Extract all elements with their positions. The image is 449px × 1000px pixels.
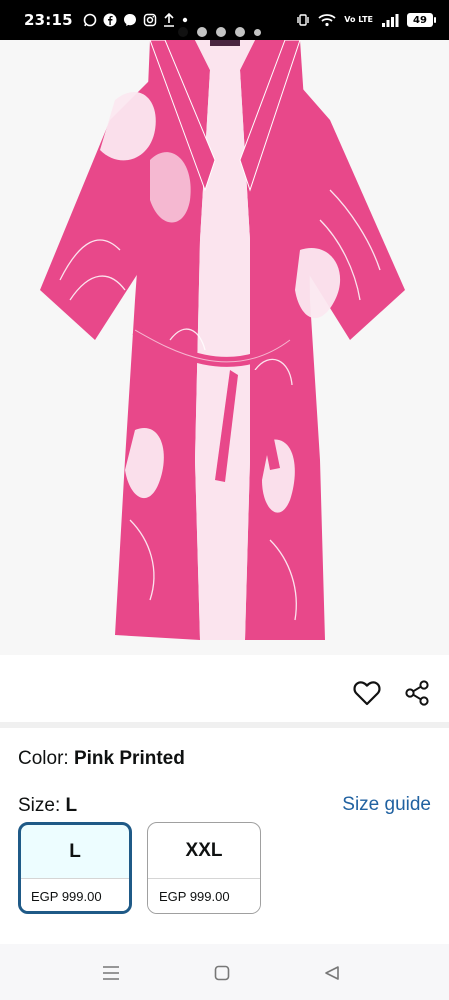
status-time: 23:15 xyxy=(24,11,73,29)
wishlist-button[interactable] xyxy=(352,678,382,708)
size-option-xxl[interactable]: XXL EGP 999.00 xyxy=(147,822,261,914)
recent-apps-button[interactable] xyxy=(100,962,122,984)
kimono-robe-image xyxy=(0,40,449,655)
product-image[interactable] xyxy=(0,40,449,655)
share-icon xyxy=(405,680,429,706)
size-option-label: XXL xyxy=(148,823,260,879)
volte-label: Vo LTE xyxy=(344,15,373,24)
whatsapp-icon xyxy=(83,13,97,27)
size-option-price: EGP 999.00 xyxy=(21,879,129,911)
carousel-dot[interactable] xyxy=(216,27,226,37)
instagram-icon xyxy=(143,13,156,27)
menu-icon xyxy=(103,966,119,980)
back-triangle-icon xyxy=(325,966,339,980)
color-selection: Color: Pink Printed xyxy=(18,748,185,770)
carousel-dot[interactable] xyxy=(178,27,188,37)
size-option-label: L xyxy=(21,825,129,879)
color-label: Color: xyxy=(18,748,69,769)
messenger-icon xyxy=(123,14,136,26)
carousel-dot[interactable] xyxy=(197,27,207,37)
heart-outline-icon xyxy=(353,681,381,706)
home-square-icon xyxy=(214,965,230,981)
system-nav-bar xyxy=(0,944,449,1000)
status-right: Vo LTE 49 xyxy=(296,13,436,27)
size-selection: Size: L xyxy=(18,795,77,817)
carousel-dots[interactable] xyxy=(178,27,261,37)
size-option-price: EGP 999.00 xyxy=(148,879,260,913)
section-divider xyxy=(0,722,449,728)
color-value: Pink Printed xyxy=(73,748,185,769)
size-value: L xyxy=(65,795,78,816)
vibrate-icon xyxy=(297,14,309,26)
size-label: Size: xyxy=(18,795,61,816)
signal-icon xyxy=(382,14,399,27)
back-button[interactable] xyxy=(321,962,343,984)
notification-icons xyxy=(83,13,189,27)
dot-icon xyxy=(182,17,187,23)
wifi-icon xyxy=(318,14,336,27)
upload-icon xyxy=(163,13,174,27)
facebook-icon xyxy=(103,13,117,27)
size-option-l[interactable]: L EGP 999.00 xyxy=(18,822,132,914)
size-guide-link[interactable]: Size guide xyxy=(342,794,431,816)
home-button[interactable] xyxy=(211,962,233,984)
carousel-dot[interactable] xyxy=(235,27,245,37)
share-button[interactable] xyxy=(402,678,432,708)
battery-icon: 49 xyxy=(407,13,436,27)
carousel-dot[interactable] xyxy=(254,28,261,36)
